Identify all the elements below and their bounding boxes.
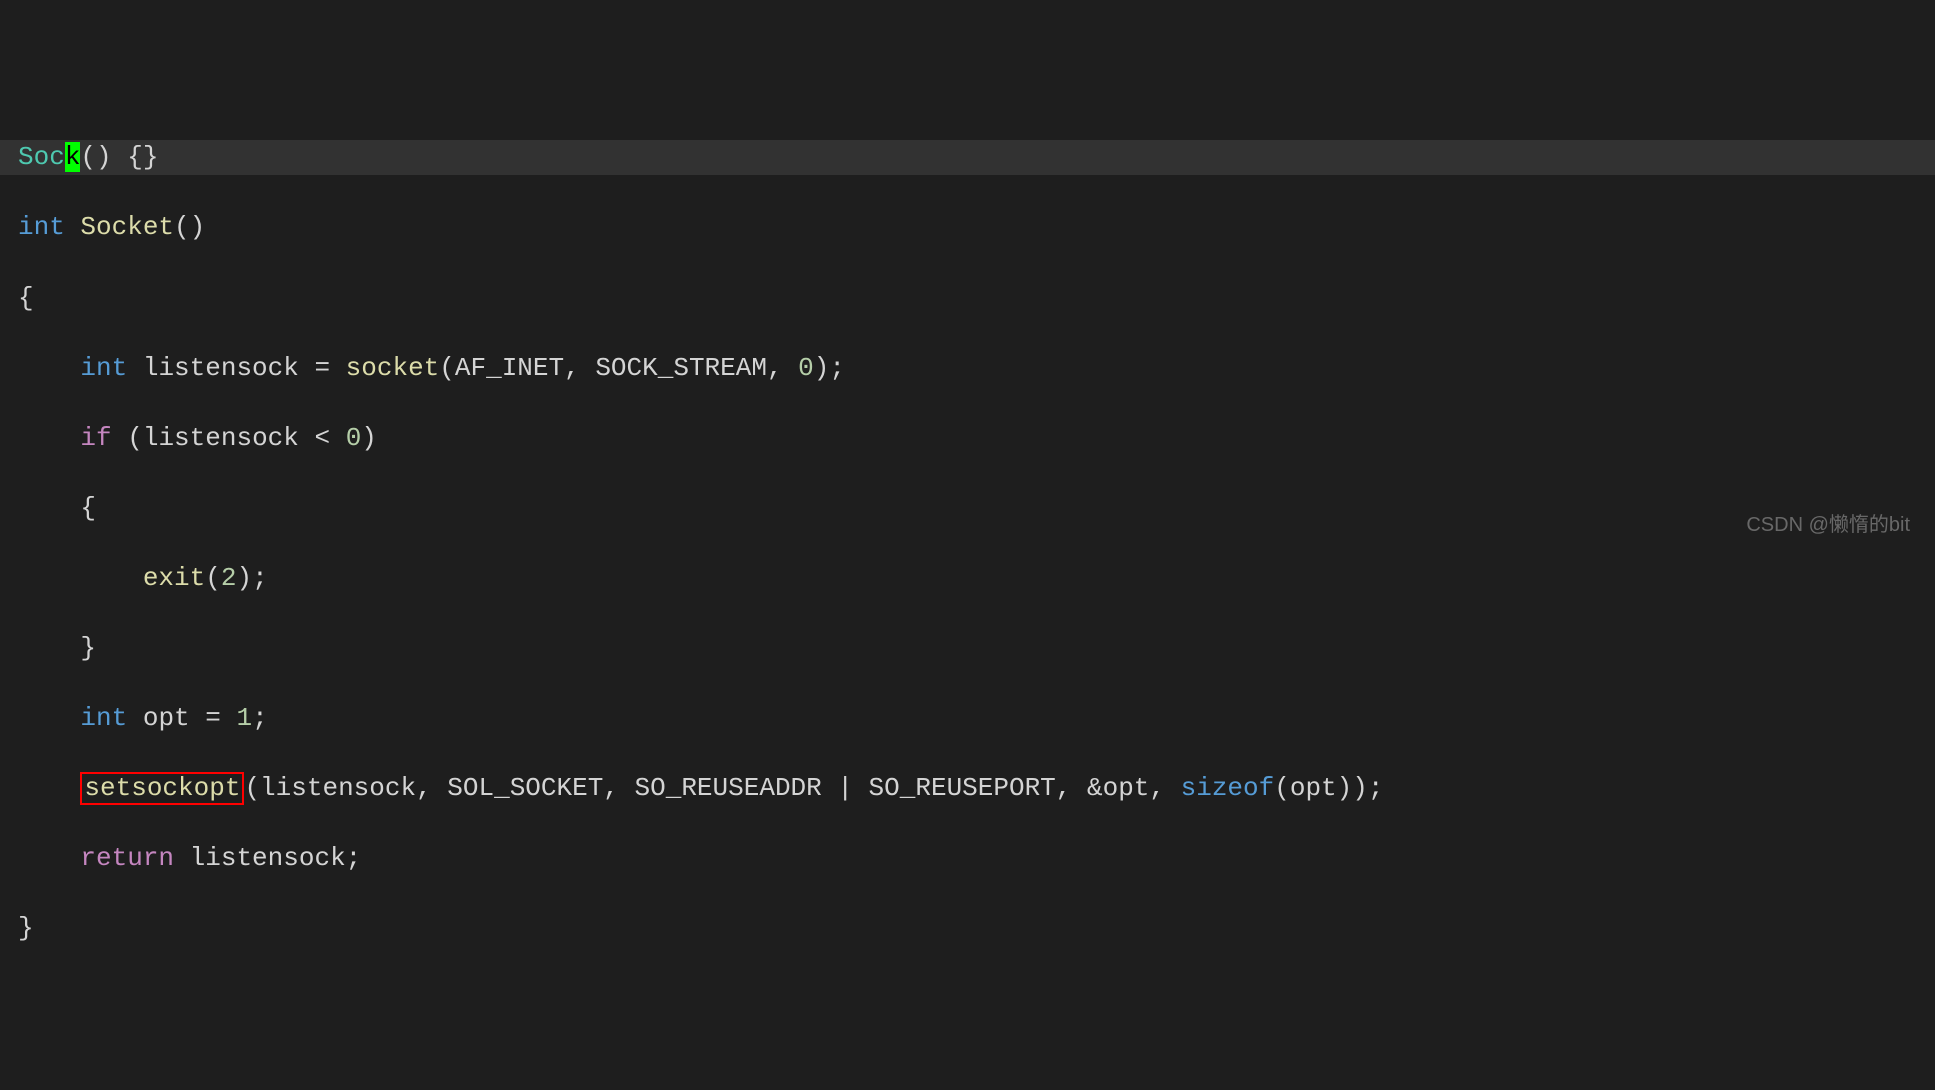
text-fragment: (: [205, 563, 221, 593]
code-line[interactable]: exit(2);: [0, 561, 1935, 596]
indent: [18, 353, 80, 383]
keyword-sizeof: sizeof: [1181, 773, 1275, 803]
brace: }: [18, 913, 34, 943]
watermark: CSDN @懒惰的bit: [1746, 512, 1910, 539]
indent: [18, 423, 80, 453]
text-fragment: );: [236, 563, 267, 593]
cursor-highlight: k: [65, 142, 81, 172]
text-fragment: opt =: [127, 703, 236, 733]
function-call: exit: [143, 563, 205, 593]
keyword-int: int: [18, 212, 65, 242]
code-line[interactable]: int opt = 1;: [0, 701, 1935, 736]
text-fragment: listensock;: [174, 843, 361, 873]
text-fragment: (opt));: [1274, 773, 1383, 803]
keyword-int: int: [80, 703, 127, 733]
indent: [18, 843, 80, 873]
code-line[interactable]: setsockopt(listensock, SOL_SOCKET, SO_RE…: [0, 771, 1935, 806]
brace: {: [18, 283, 34, 313]
code-line[interactable]: }: [0, 911, 1935, 946]
indent: [18, 563, 143, 593]
code-line[interactable]: int Socket(): [0, 210, 1935, 245]
search-match-line: Sock() {}: [0, 140, 1935, 175]
text-fragment: );: [814, 353, 845, 383]
keyword-if: if: [80, 423, 111, 453]
code-line[interactable]: int listensock = socket(AF_INET, SOCK_ST…: [0, 351, 1935, 386]
number-literal: 1: [236, 703, 252, 733]
number-literal: 0: [346, 423, 362, 453]
brace: }: [18, 633, 96, 663]
text-fragment: ): [361, 423, 377, 453]
text-fragment: (AF_INET, SOCK_STREAM,: [439, 353, 798, 383]
highlight-box: setsockopt: [80, 772, 244, 805]
code-line[interactable]: {: [0, 491, 1935, 526]
function-call: setsockopt: [84, 773, 240, 803]
keyword-return: return: [80, 843, 174, 873]
text-fragment: (): [174, 212, 205, 242]
brace: {: [18, 493, 96, 523]
indent: [18, 773, 80, 803]
function-call: socket: [346, 353, 440, 383]
indent: [18, 703, 80, 733]
text-fragment: Soc: [18, 142, 65, 172]
text-fragment: (listensock <: [112, 423, 346, 453]
code-line[interactable]: if (listensock < 0): [0, 421, 1935, 456]
text-fragment: ;: [252, 703, 268, 733]
keyword-int: int: [80, 353, 127, 383]
text-fragment: (listensock, SOL_SOCKET, SO_REUSEADDR | …: [244, 773, 1180, 803]
code-line[interactable]: {: [0, 281, 1935, 316]
number-literal: 0: [798, 353, 814, 383]
function-name: Socket: [65, 212, 174, 242]
text-fragment: () {}: [80, 142, 158, 172]
text-fragment: listensock =: [127, 353, 345, 383]
number-literal: 2: [221, 563, 237, 593]
code-line[interactable]: }: [0, 631, 1935, 666]
code-line[interactable]: return listensock;: [0, 841, 1935, 876]
